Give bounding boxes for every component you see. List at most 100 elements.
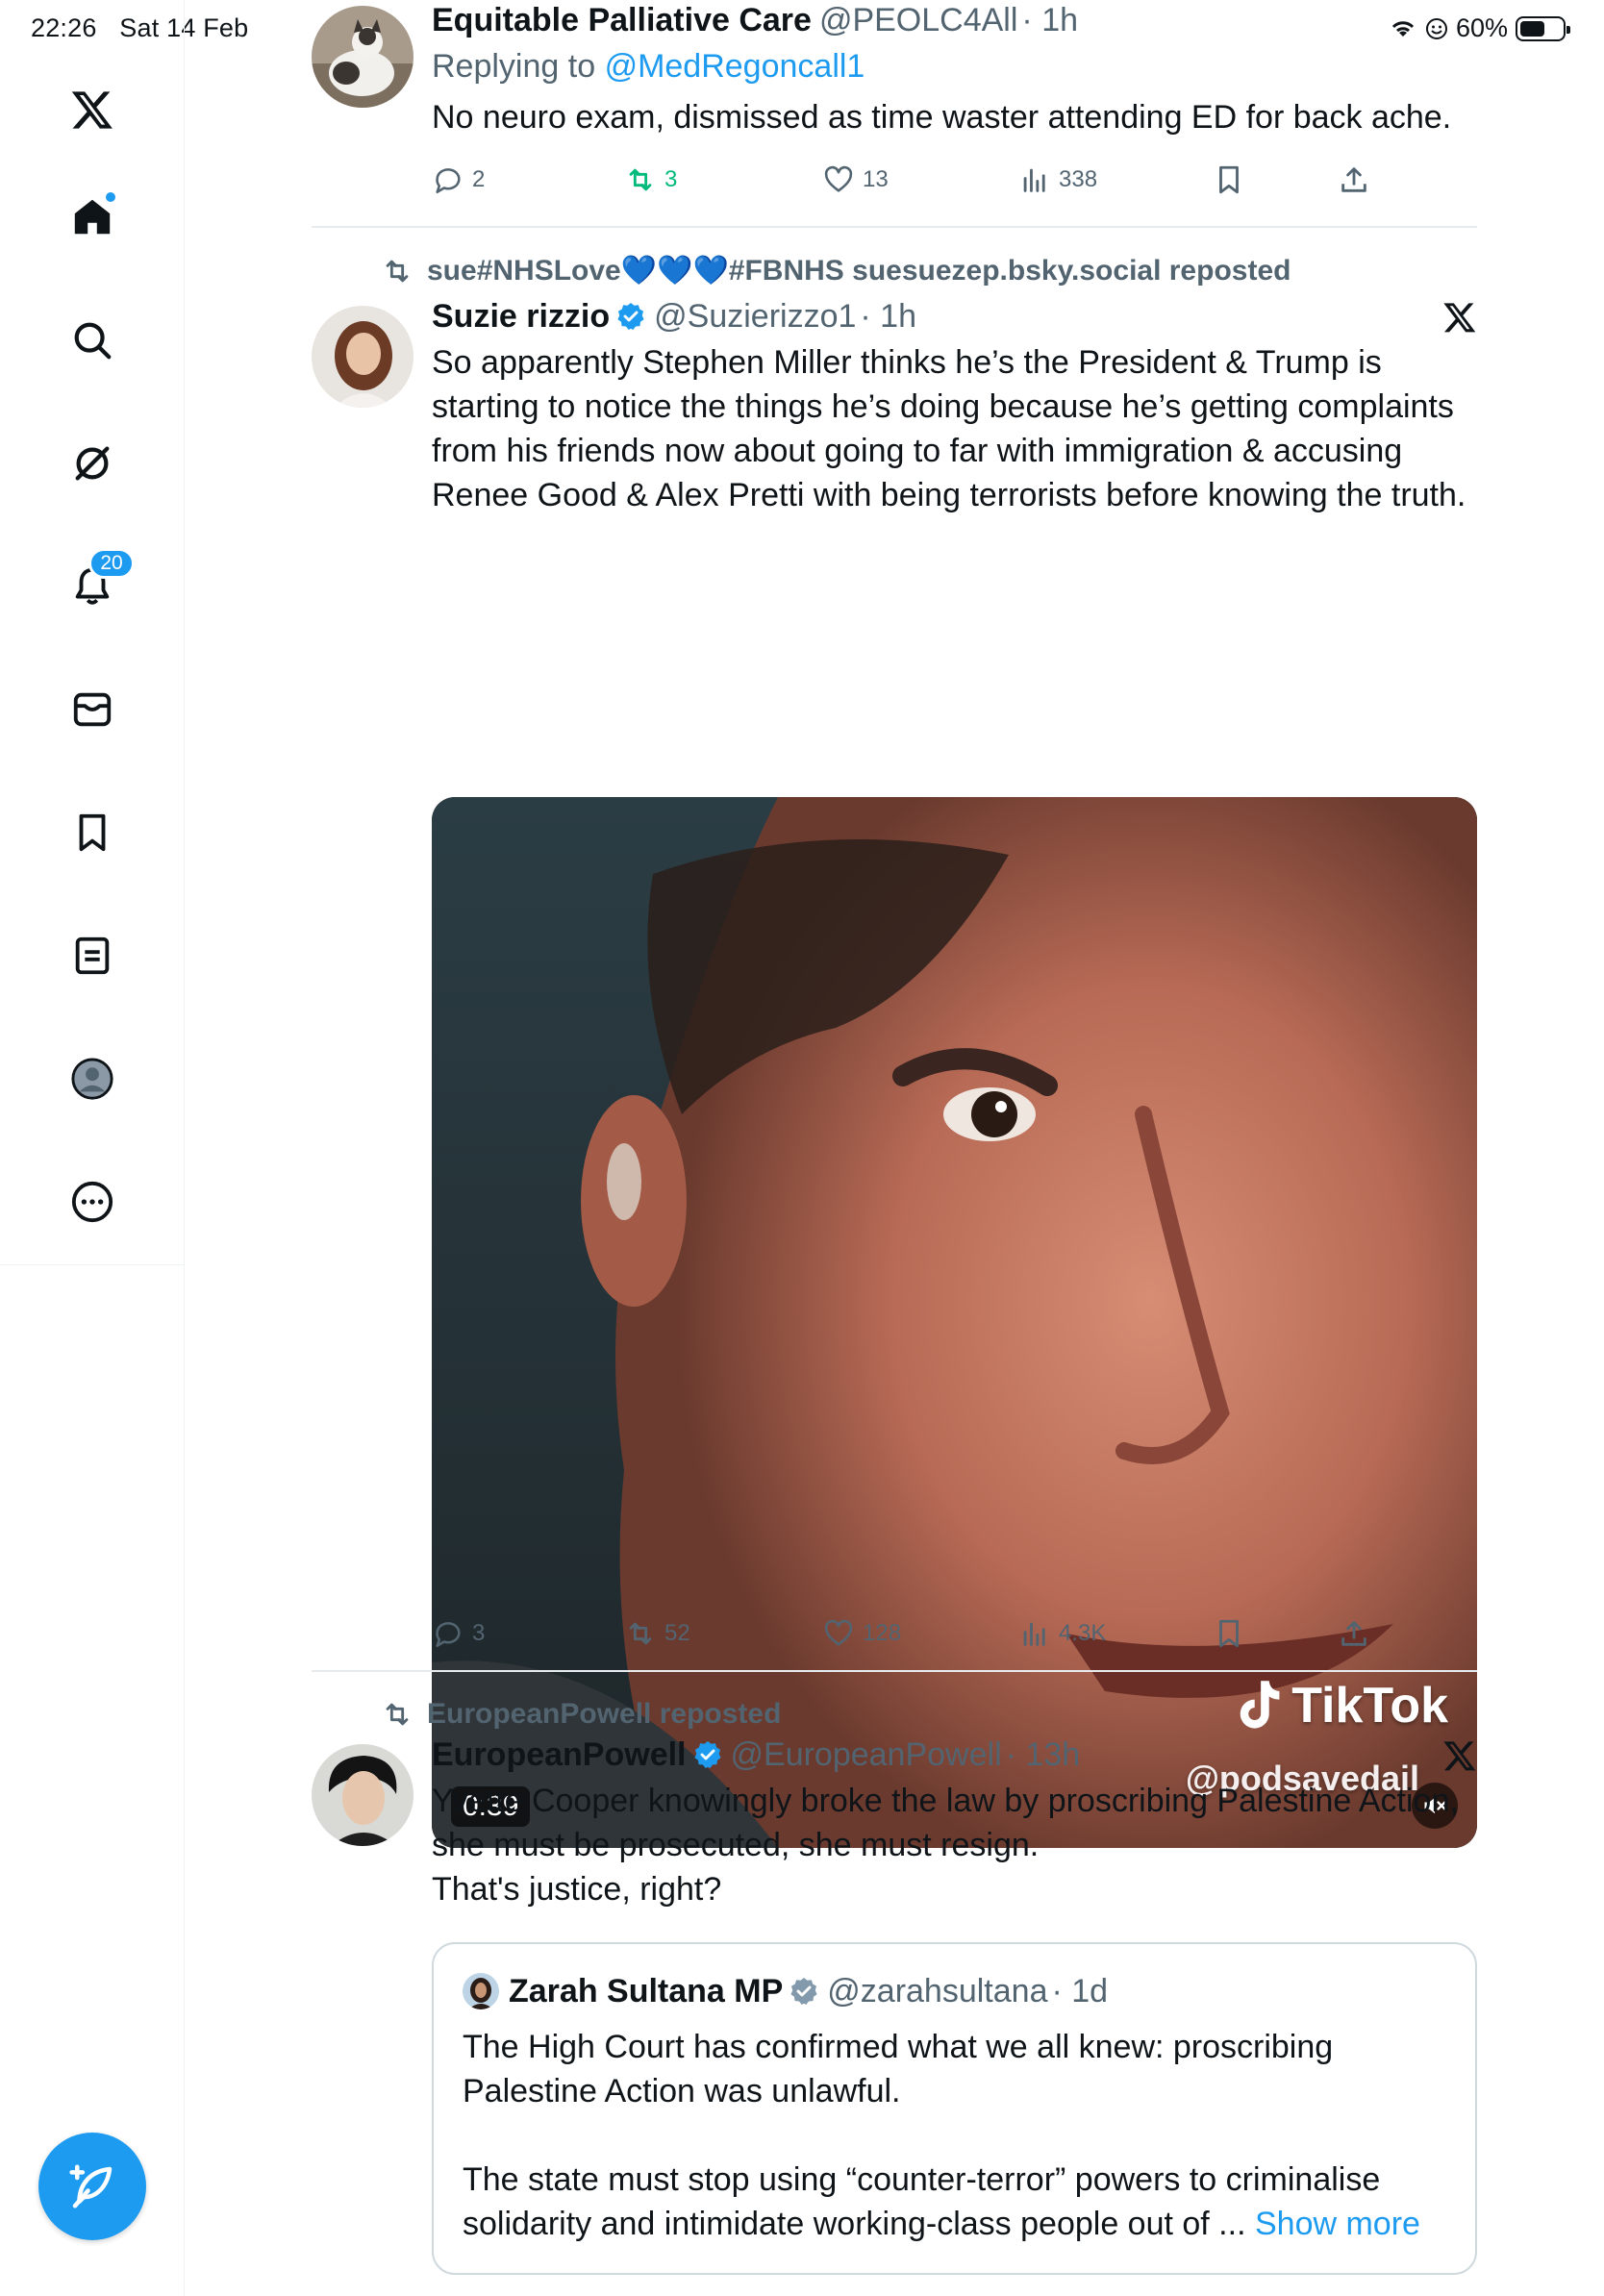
- bookmark-icon: [1219, 165, 1239, 194]
- reply-button[interactable]: 3: [432, 1617, 485, 1650]
- tiktok-watermark: TikTok: [1234, 1677, 1448, 1734]
- quoted-post-content: Zarah Sultana MP @zarahsultana · 1d The …: [463, 1971, 1453, 2246]
- sidebar-item-bookmarks[interactable]: [62, 802, 123, 863]
- repost-label[interactable]: sue#NHSLove💙💙💙#FBNHS suesuezep.bsky.soci…: [427, 254, 1291, 287]
- avatar[interactable]: [312, 306, 414, 408]
- sidebar-item-messages[interactable]: [62, 679, 123, 740]
- post-text-line: she must be prosecuted, she must resign.: [432, 1827, 1040, 1863]
- sidebar-item-home[interactable]: [62, 187, 123, 248]
- reply-to-label: Replying to: [432, 48, 596, 85]
- avatar[interactable]: [312, 1744, 414, 1846]
- grok-icon: [75, 446, 110, 481]
- sidebar-item-more[interactable]: [62, 1171, 123, 1233]
- post-text: So apparently Stephen Miller thinks he’s…: [432, 344, 1466, 513]
- repost-count: 52: [664, 1620, 690, 1646]
- post-actions: 2 3 13 338: [432, 163, 1366, 202]
- repost-icon: [629, 1622, 652, 1645]
- reply-to-handle-link[interactable]: @MedRegoncall1: [605, 48, 865, 85]
- quoted-author-handle: @zarahsultana: [827, 1973, 1048, 2009]
- quoted-avatar: [463, 1973, 499, 2009]
- post-time: · 1h: [860, 298, 916, 335]
- reply-button[interactable]: 2: [432, 163, 485, 196]
- repost-label[interactable]: EuropeanPowell reposted: [427, 1698, 781, 1731]
- europeanpowell-avatar-image: [312, 1744, 414, 1846]
- sidebar-item-profile[interactable]: [62, 1048, 123, 1110]
- repost-icon: [386, 260, 409, 282]
- sidebar-item-grok[interactable]: [62, 433, 123, 494]
- quoted-post-text-paragraph: The High Court has confirmed what we all…: [463, 2029, 1334, 2109]
- profile-icon: [71, 1058, 113, 1100]
- post-content: EuropeanPowell @EuropeanPowell · 13h Yve…: [432, 1734, 1477, 1911]
- bookmark-button[interactable]: [1213, 1617, 1245, 1650]
- post-text: No neuro exam, dismissed as time waster …: [432, 99, 1452, 136]
- views-chart-icon: [1023, 168, 1045, 192]
- quoted-author-name: Zarah Sultana MP: [509, 1973, 784, 2009]
- home-unread-dot: [104, 190, 117, 204]
- heart-icon: [824, 1619, 853, 1646]
- view-count: 4.3K: [1059, 1620, 1107, 1646]
- quoted-post-text-paragraph: The state must stop using “counter-terro…: [463, 2158, 1453, 2246]
- share-button[interactable]: [1338, 1617, 1370, 1650]
- author-handle[interactable]: @Suzierizzo1: [654, 296, 856, 337]
- like-button[interactable]: 128: [822, 1617, 901, 1650]
- like-count: 13: [863, 166, 889, 192]
- quoted-post[interactable]: Zarah Sultana MP @zarahsultana · 1d The …: [432, 1942, 1477, 2275]
- bookmark-icon: [1219, 1619, 1239, 1648]
- show-more-link[interactable]: Show more: [1255, 2206, 1420, 2242]
- repost-button[interactable]: 3: [624, 163, 677, 196]
- post-time: · 1h: [1021, 2, 1079, 38]
- messages-icon: [73, 692, 112, 727]
- video-player[interactable]: 0:39 TikTok @podsavedail: [432, 797, 1477, 1848]
- like-button[interactable]: 13: [822, 163, 889, 196]
- post-text-line: That's justice, right?: [432, 1871, 722, 1908]
- tiktok-logo-icon: [1240, 1681, 1280, 1729]
- sidebar-item-lists[interactable]: [62, 925, 123, 986]
- x-logo-icon: [71, 91, 113, 129]
- reply-to-line: Replying to @MedRegoncall1: [432, 45, 1477, 87]
- reply-count: 2: [472, 166, 486, 192]
- repost-icon: [386, 1703, 409, 1726]
- share-button[interactable]: [1338, 163, 1370, 196]
- sidebar-item-notifications[interactable]: 20: [62, 548, 135, 617]
- bookmarks-icon: [79, 813, 106, 852]
- notifications-badge: 20: [88, 548, 135, 579]
- reply-count: 3: [472, 1620, 486, 1646]
- gov-verified-badge-icon: [790, 1978, 817, 2005]
- views-chart-icon: [1023, 1622, 1045, 1646]
- zarah-avatar-image: [463, 1973, 499, 2009]
- author-handle[interactable]: @EuropeanPowell: [731, 1734, 1002, 1775]
- tiktok-brand: TikTok: [1291, 1678, 1448, 1734]
- bookmark-button[interactable]: [1213, 163, 1245, 196]
- lists-icon: [75, 936, 110, 975]
- views-button[interactable]: 338: [1018, 163, 1097, 196]
- battery-icon: [1516, 15, 1570, 41]
- heart-icon: [824, 165, 853, 192]
- compose-post-button[interactable]: [38, 2133, 146, 2240]
- post-content: Equitable Palliative Care @PEOLC4All · 1…: [432, 0, 1477, 139]
- avatar[interactable]: [312, 6, 414, 108]
- author-handle[interactable]: @PEOLC4All: [819, 0, 1017, 40]
- author-name[interactable]: EuropeanPowell: [432, 1734, 687, 1775]
- like-count: 128: [863, 1620, 902, 1646]
- post-text-line: Yvette Cooper knowingly broke the law by…: [432, 1783, 1459, 1819]
- views-button[interactable]: 4.3K: [1018, 1617, 1106, 1650]
- share-icon: [1341, 167, 1366, 192]
- sidebar-item-search[interactable]: [62, 310, 123, 371]
- reply-icon: [436, 168, 461, 194]
- post-actions: 3 52 128 4.3K: [432, 1617, 1366, 1656]
- quoted-post-text: The state must stop using “counter-terro…: [463, 2161, 1381, 2242]
- verified-badge-icon: [693, 1741, 721, 1768]
- repost-attribution: EuropeanPowell reposted: [381, 1698, 781, 1731]
- post-content: Suzie rizzio @Suzierizzo1 · 1h So appare…: [432, 296, 1477, 517]
- verified-badge-icon: [617, 303, 644, 330]
- author-name[interactable]: Suzie rizzio: [432, 296, 610, 337]
- reply-icon: [436, 1622, 461, 1648]
- author-name[interactable]: Equitable Palliative Care: [432, 0, 812, 40]
- cat-avatar-image: [312, 6, 414, 108]
- post-header: Suzie rizzio @Suzierizzo1 · 1h: [432, 296, 1477, 337]
- x-logo-button[interactable]: [62, 79, 123, 140]
- share-icon: [1341, 1621, 1366, 1646]
- repost-button[interactable]: 52: [624, 1617, 690, 1650]
- sidebar-divider: [0, 1264, 185, 1265]
- quoted-post-header: Zarah Sultana MP @zarahsultana · 1d: [463, 1971, 1453, 2011]
